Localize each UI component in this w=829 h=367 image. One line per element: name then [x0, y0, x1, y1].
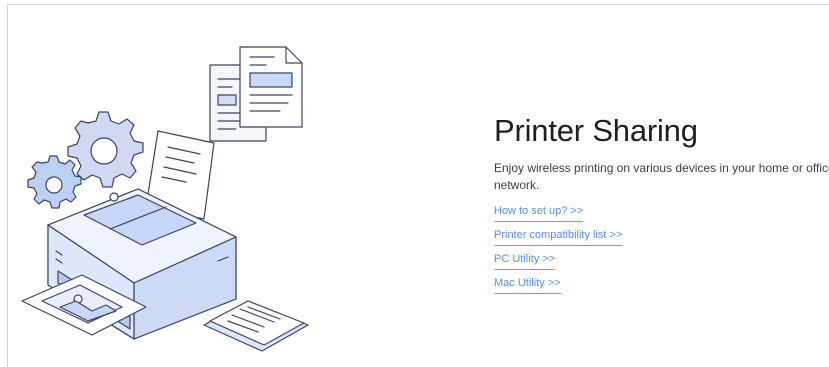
printer-sharing-panel: Printer Sharing Enjoy wireless printing … [494, 113, 829, 300]
mac-utility-link[interactable]: Mac Utility >> [494, 276, 561, 294]
pc-utility-link[interactable]: PC Utility >> [494, 252, 556, 270]
document-icon [209, 46, 303, 142]
how-to-set-up-link[interactable]: How to set up? >> [494, 204, 584, 222]
printer-compatibility-list-link[interactable]: Printer compatibility list >> [494, 228, 623, 246]
page-description: Enjoy wireless printing on various devic… [494, 161, 829, 192]
page-title: Printer Sharing [494, 113, 698, 148]
page-frame: Printer Sharing Enjoy wireless printing … [7, 4, 829, 367]
help-links: How to set up? >> Printer compatibility … [494, 204, 829, 294]
printer-illustration [21, 46, 309, 352]
